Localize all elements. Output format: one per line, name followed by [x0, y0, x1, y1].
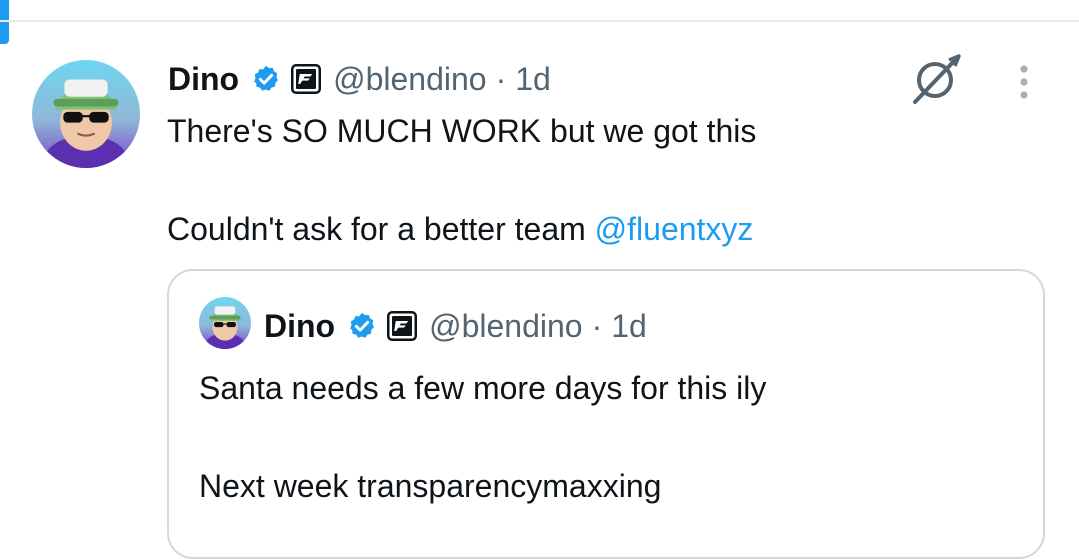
quoted-post-text-line: Next week transparencymaxxing	[199, 468, 662, 504]
quoted-post-text-line: Santa needs a few more days for this ily	[199, 370, 767, 406]
verified-badge-icon	[347, 311, 377, 341]
author-name[interactable]: Dino	[168, 61, 239, 98]
tweet-header: Dino @blendino · 1d	[168, 56, 551, 102]
header-separator: ·	[591, 307, 603, 344]
quoted-author-handle: @blendino	[429, 307, 583, 344]
header-separator: ·	[495, 60, 507, 97]
thread-accent-bar	[0, 0, 9, 44]
avatar-image	[32, 60, 140, 168]
affiliation-logo-icon	[387, 311, 418, 341]
divider	[0, 20, 1079, 22]
quoted-post-timestamp: 1d	[611, 307, 647, 344]
grok-icon[interactable]	[905, 50, 965, 110]
quoted-post-header: Dino @blendino · 1d	[264, 304, 647, 348]
more-options-icon[interactable]	[1005, 57, 1043, 107]
verified-badge-icon[interactable]	[251, 64, 281, 94]
post-timestamp[interactable]: 1d	[515, 61, 551, 98]
post-text-line: There's SO MUCH WORK but we got this	[167, 113, 757, 149]
mention-link[interactable]: @fluentxyz	[595, 211, 754, 247]
post-text-prefix: Couldn't ask for a better team	[167, 211, 595, 247]
avatar-image	[199, 297, 251, 349]
quoted-author-name: Dino	[264, 307, 336, 344]
quoted-avatar[interactable]	[199, 297, 251, 349]
affiliation-logo-icon[interactable]	[291, 64, 322, 94]
post-text-line: Couldn't ask for a better team @fluentxy…	[167, 209, 753, 249]
author-handle[interactable]: @blendino	[333, 61, 486, 98]
avatar[interactable]	[32, 60, 140, 168]
